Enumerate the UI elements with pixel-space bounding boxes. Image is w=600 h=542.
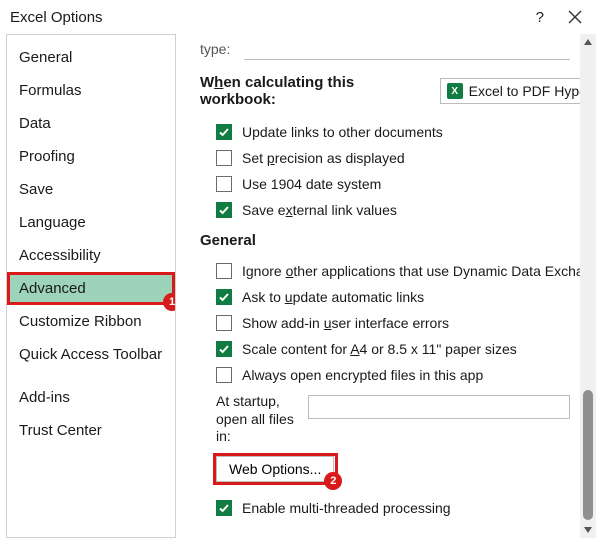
sidebar-item-save[interactable]: Save	[7, 173, 175, 206]
startup-files-label: At startup, open all files in:	[216, 393, 308, 446]
web-options-button[interactable]: Web Options...	[216, 456, 334, 482]
sidebar-item-data[interactable]: Data	[7, 107, 175, 140]
close-icon	[568, 10, 582, 24]
checkbox-label: Ignore other applications that use Dynam…	[242, 263, 584, 279]
sidebar-nav: GeneralFormulasDataProofingSaveLanguageA…	[6, 34, 176, 538]
callout-badge-2: 2	[324, 472, 342, 490]
checkbox-update-links-to-other-documents[interactable]	[216, 124, 232, 140]
checkbox-set-precision-as-displayed[interactable]	[216, 150, 232, 166]
checkbox-label: Set precision as displayed	[242, 150, 405, 166]
content-pane: type: When calculating this workbook: X …	[176, 34, 596, 538]
checkbox-always-open-encrypted-files-in-this-app[interactable]	[216, 367, 232, 383]
calc-workbook-heading: When calculating this workbook:	[200, 74, 428, 108]
vertical-scrollbar[interactable]	[580, 34, 596, 538]
checkbox-ask-to-update-automatic-links[interactable]	[216, 289, 232, 305]
checkbox-enable-multithreaded[interactable]	[216, 500, 232, 516]
sidebar-item-formulas[interactable]: Formulas	[7, 74, 175, 107]
sidebar-item-trust-center[interactable]: Trust Center	[7, 414, 175, 447]
sidebar-item-customize-ribbon[interactable]: Customize Ribbon	[7, 305, 175, 338]
checkbox-label: Enable multi-threaded processing	[242, 500, 451, 516]
scroll-up-arrow[interactable]	[580, 34, 596, 50]
sidebar-item-advanced[interactable]: Advanced1	[7, 272, 175, 305]
checkbox-label: Save external link values	[242, 202, 397, 218]
window-title: Excel Options	[10, 9, 103, 26]
sidebar-item-add-ins[interactable]: Add-ins	[7, 381, 175, 414]
callout-badge-1: 1	[163, 293, 176, 311]
checkbox-label: Show add-in user interface errors	[242, 315, 449, 331]
title-bar: Excel Options ?	[0, 0, 600, 34]
checkbox-label: Scale content for A4 or 8.5 x 11" paper …	[242, 341, 517, 357]
scroll-down-arrow[interactable]	[580, 522, 596, 538]
general-heading: General	[200, 232, 590, 249]
scroll-thumb[interactable]	[583, 390, 593, 520]
checkbox-show-add-in-user-interface-errors[interactable]	[216, 315, 232, 331]
checkbox-label: Update links to other documents	[242, 124, 443, 140]
sidebar-item-quick-access-toolbar[interactable]: Quick Access Toolbar	[7, 338, 175, 371]
startup-files-input[interactable]	[308, 395, 570, 419]
checkbox-ignore-other-applications-that-use-dynam[interactable]	[216, 263, 232, 279]
sidebar-item-language[interactable]: Language	[7, 206, 175, 239]
sidebar-separator	[7, 371, 175, 381]
checkbox-save-external-link-values[interactable]	[216, 202, 232, 218]
checkbox-label: Use 1904 date system	[242, 176, 381, 192]
type-field[interactable]	[244, 38, 570, 60]
checkbox-scale-content-for-a4-or-8-5-x-11-paper-s[interactable]	[216, 341, 232, 357]
sidebar-item-proofing[interactable]: Proofing	[7, 140, 175, 173]
excel-file-icon: X	[447, 83, 463, 99]
checkbox-label: Ask to update automatic links	[242, 289, 424, 305]
sidebar-item-accessibility[interactable]: Accessibility	[7, 239, 175, 272]
sidebar-item-general[interactable]: General	[7, 41, 175, 74]
workbook-selector[interactable]: X Excel to PDF Hype	[440, 78, 590, 104]
workbook-name: Excel to PDF Hype	[469, 83, 587, 99]
checkbox-use-1904-date-system[interactable]	[216, 176, 232, 192]
checkbox-label: Always open encrypted files in this app	[242, 367, 483, 383]
close-button[interactable]	[558, 10, 592, 24]
help-button[interactable]: ?	[522, 9, 558, 26]
type-label: type:	[200, 41, 230, 57]
